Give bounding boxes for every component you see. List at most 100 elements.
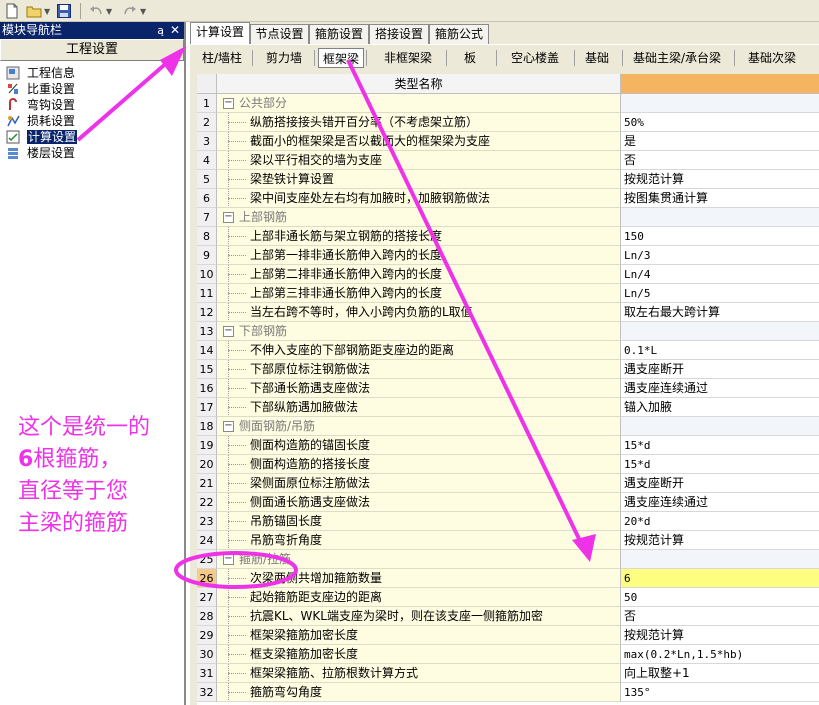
table-row[interactable]: 16 下部通长筋遇支座做法 遇支座连续通过 <box>197 379 819 398</box>
setting-value[interactable]: 135° <box>621 683 819 702</box>
row-name-cell[interactable]: 下部纵筋遇加腋做法 <box>217 398 621 417</box>
open-folder-icon[interactable] <box>26 3 42 19</box>
nav-item[interactable]: 弯钩设置 <box>0 97 184 113</box>
row-name-cell[interactable]: 纵筋搭接接头错开百分率（不考虑架立筋） <box>217 113 621 132</box>
nav-item[interactable]: 工程信息 <box>0 65 184 81</box>
row-name-cell[interactable]: − 上部钢筋 <box>217 208 621 227</box>
setting-value[interactable]: 遇支座连续通过 <box>621 379 819 398</box>
tab-sub[interactable]: 空心楼盖 <box>498 48 572 68</box>
tab-sub[interactable]: 框架梁 <box>318 48 364 68</box>
setting-value[interactable]: 20*d <box>621 512 819 531</box>
setting-value[interactable]: 15*d <box>621 455 819 474</box>
tab-top[interactable]: 搭接设置 <box>369 24 429 44</box>
setting-value[interactable]: 50 <box>621 588 819 607</box>
row-name-cell[interactable]: 上部第二排非通长筋伸入跨内的长度 <box>217 265 621 284</box>
nav-item[interactable]: 比重设置 <box>0 81 184 97</box>
row-name-cell[interactable]: − 公共部分 <box>217 94 621 113</box>
setting-value[interactable]: 遇支座连续通过 <box>621 493 819 512</box>
row-name-cell[interactable]: 不伸入支座的下部钢筋距支座边的距离 <box>217 341 621 360</box>
table-row[interactable]: 30 框支梁箍筋加密长度 max(0.2*Ln,1.5*hb) <box>197 645 819 664</box>
row-name-cell[interactable]: 上部第一排非通长筋伸入跨内的长度 <box>217 246 621 265</box>
row-name-cell[interactable]: 梁以平行相交的墙为支座 <box>217 151 621 170</box>
row-name-cell[interactable]: − 下部钢筋 <box>217 322 621 341</box>
setting-value[interactable]: 0.1*L <box>621 341 819 360</box>
collapse-icon[interactable]: − <box>223 326 234 337</box>
row-name-cell[interactable]: 吊筋锚固长度 <box>217 512 621 531</box>
row-name-cell[interactable]: 当左右跨不等时，伸入小跨内负筋的L取值 <box>217 303 621 322</box>
open-dropdown-icon[interactable]: ▼ <box>44 7 50 16</box>
group-row[interactable]: 7− 上部钢筋 <box>197 208 819 227</box>
tab-top[interactable]: 箍筋设置 <box>309 24 369 44</box>
row-name-cell[interactable]: 框架梁箍筋加密长度 <box>217 626 621 645</box>
setting-value[interactable]: 按规范计算 <box>621 170 819 189</box>
setting-value[interactable]: 按规范计算 <box>621 626 819 645</box>
table-row[interactable]: 21 梁侧面原位标注筋做法 遇支座断开 <box>197 474 819 493</box>
undo-dropdown-icon[interactable]: ▼ <box>106 7 112 16</box>
table-row[interactable]: 14 不伸入支座的下部钢筋距支座边的距离 0.1*L <box>197 341 819 360</box>
table-row[interactable]: 19 侧面构造筋的锚固长度 15*d <box>197 436 819 455</box>
setting-value[interactable]: 锚入加腋 <box>621 398 819 417</box>
group-row[interactable]: 13− 下部钢筋 <box>197 322 819 341</box>
setting-value[interactable]: 50% <box>621 113 819 132</box>
tab-sub[interactable]: 基础 <box>574 48 620 68</box>
row-name-cell[interactable]: 梁侧面原位标注筋做法 <box>217 474 621 493</box>
nav-section-header[interactable]: 工程设置 <box>0 39 184 61</box>
table-row[interactable]: 24 吊筋弯折角度 按规范计算 <box>197 531 819 550</box>
tab-top[interactable]: 计算设置 <box>190 22 250 45</box>
row-name-cell[interactable]: 框支梁箍筋加密长度 <box>217 645 621 664</box>
setting-value[interactable]: 150 <box>621 227 819 246</box>
collapse-icon[interactable]: − <box>223 554 234 565</box>
row-name-cell[interactable]: 梁中间支座处左右均有加腋时，加腋钢筋做法 <box>217 189 621 208</box>
table-row[interactable]: 26 次梁两侧共增加箍筋数量 6 <box>197 569 819 588</box>
row-name-cell[interactable]: 起始箍筋距支座边的距离 <box>217 588 621 607</box>
table-row[interactable]: 4 梁以平行相交的墙为支座 否 <box>197 151 819 170</box>
collapse-icon[interactable]: − <box>223 212 234 223</box>
setting-value[interactable] <box>621 550 819 569</box>
setting-value[interactable]: 向上取整+1 <box>621 664 819 683</box>
row-name-cell[interactable]: 侧面构造筋的锚固长度 <box>217 436 621 455</box>
row-name-cell[interactable]: 下部原位标注钢筋做法 <box>217 360 621 379</box>
tab-top[interactable]: 节点设置 <box>250 24 309 44</box>
setting-value[interactable]: 否 <box>621 151 819 170</box>
tab-sub[interactable]: 板 <box>446 48 494 68</box>
group-row[interactable]: 25− 箍筋/拉筋 <box>197 550 819 569</box>
table-row[interactable]: 22 侧面通长筋遇支座做法 遇支座连续通过 <box>197 493 819 512</box>
setting-value[interactable]: Ln/4 <box>621 265 819 284</box>
setting-value[interactable]: Ln/3 <box>621 246 819 265</box>
setting-value[interactable]: max(0.2*Ln,1.5*hb) <box>621 645 819 664</box>
row-name-cell[interactable]: 抗震KL、WKL端支座为梁时，则在该支座一侧箍筋加密 <box>217 607 621 626</box>
table-row[interactable]: 11 上部第三排非通长筋伸入跨内的长度 Ln/5 <box>197 284 819 303</box>
table-row[interactable]: 20 侧面构造筋的搭接长度 15*d <box>197 455 819 474</box>
setting-value[interactable]: Ln/5 <box>621 284 819 303</box>
row-name-cell[interactable]: 侧面通长筋遇支座做法 <box>217 493 621 512</box>
row-name-cell[interactable]: 吊筋弯折角度 <box>217 531 621 550</box>
row-name-cell[interactable]: − 侧面钢筋/吊筋 <box>217 417 621 436</box>
setting-value[interactable]: 6 <box>621 569 819 588</box>
table-row[interactable]: 31 框架梁箍筋、拉筋根数计算方式 向上取整+1 <box>197 664 819 683</box>
tab-sub[interactable]: 非框架梁 <box>372 48 444 68</box>
redo-dropdown-icon[interactable]: ▼ <box>140 7 146 16</box>
tab-top[interactable]: 箍筋公式 <box>429 24 489 44</box>
tab-sub[interactable]: 基础主梁/承台梁 <box>622 48 732 68</box>
table-row[interactable]: 6 梁中间支座处左右均有加腋时，加腋钢筋做法 按图集贯通计算 <box>197 189 819 208</box>
new-file-icon[interactable] <box>4 3 20 19</box>
table-row[interactable]: 5 梁垫铁计算设置 按规范计算 <box>197 170 819 189</box>
table-row[interactable]: 9 上部第一排非通长筋伸入跨内的长度 Ln/3 <box>197 246 819 265</box>
undo-icon[interactable] <box>88 3 104 19</box>
table-row[interactable]: 17 下部纵筋遇加腋做法 锚入加腋 <box>197 398 819 417</box>
table-row[interactable]: 2 纵筋搭接接头错开百分率（不考虑架立筋） 50% <box>197 113 819 132</box>
table-row[interactable]: 10 上部第二排非通长筋伸入跨内的长度 Ln/4 <box>197 265 819 284</box>
table-row[interactable]: 8 上部非通长筋与架立钢筋的搭接长度 150 <box>197 227 819 246</box>
tab-sub[interactable]: 基础次梁 <box>734 48 810 68</box>
table-row[interactable]: 29 框架梁箍筋加密长度 按规范计算 <box>197 626 819 645</box>
row-name-cell[interactable]: 上部第三排非通长筋伸入跨内的长度 <box>217 284 621 303</box>
setting-value[interactable] <box>621 94 819 113</box>
row-name-cell[interactable]: 次梁两侧共增加箍筋数量 <box>217 569 621 588</box>
collapse-icon[interactable]: − <box>223 421 234 432</box>
nav-item[interactable]: 计算设置 <box>0 129 184 145</box>
row-name-cell[interactable]: 上部非通长筋与架立钢筋的搭接长度 <box>217 227 621 246</box>
setting-value[interactable]: 否 <box>621 607 819 626</box>
setting-value[interactable]: 遇支座断开 <box>621 474 819 493</box>
collapse-icon[interactable]: − <box>223 98 234 109</box>
setting-value[interactable] <box>621 208 819 227</box>
